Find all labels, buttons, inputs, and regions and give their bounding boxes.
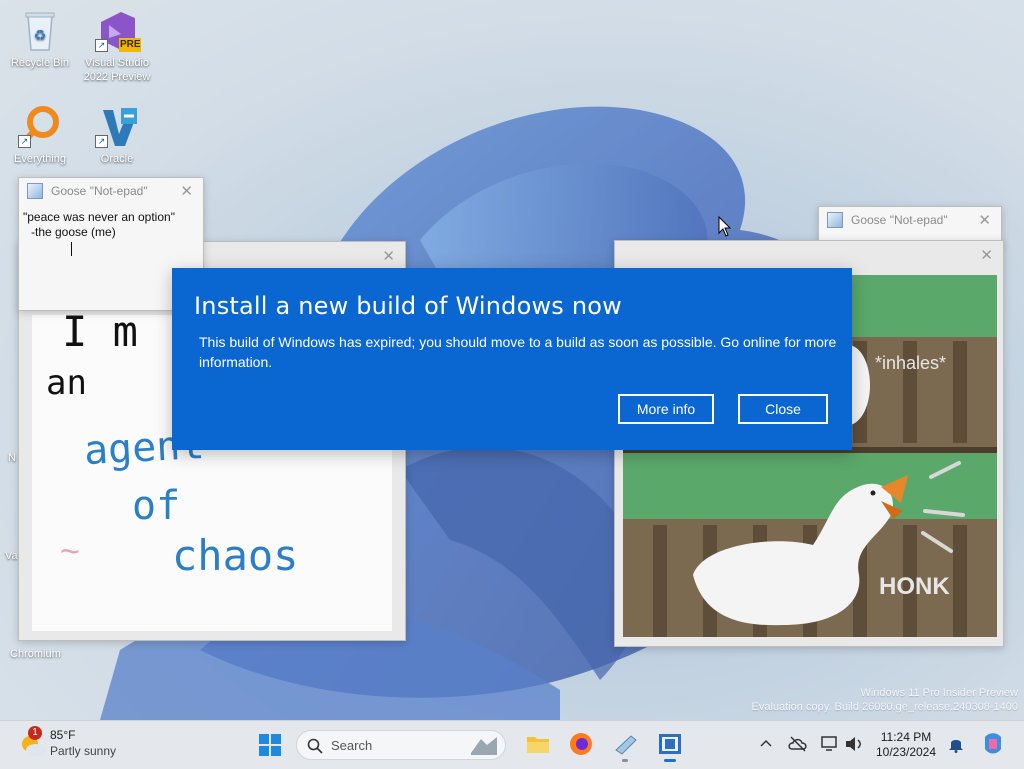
desktop-icon-label-partial: Va xyxy=(5,550,18,562)
notepad-text-area[interactable]: "peace was never an option" -the goose (… xyxy=(23,210,175,256)
notepad-line: -the goose (me) xyxy=(31,225,116,239)
text-caret xyxy=(71,242,72,256)
clock-time: 11:24 PM xyxy=(880,730,932,744)
notepad-titlebar: Goose "Not-epad" ✕ xyxy=(19,178,203,204)
oracle-label: Oracle xyxy=(100,153,134,165)
firefox-icon[interactable] xyxy=(569,732,593,756)
notepad-titlebar: Goose "Not-epad" ✕ xyxy=(819,207,1001,233)
active-indicator xyxy=(664,759,676,762)
chromium-label: Chromium xyxy=(10,648,61,660)
desktop-icon-visual-studio[interactable]: PRE ↗ Visual Studio 2022 Preview xyxy=(78,8,156,84)
close-icon[interactable]: ✕ xyxy=(978,211,991,229)
weather-condition: Partly sunny xyxy=(50,744,117,758)
recycle-bin-label: Recycle Bin xyxy=(10,57,70,69)
oracle-virtualbox-icon: ↗ xyxy=(93,104,141,150)
running-indicator xyxy=(622,759,628,762)
close-icon[interactable]: ✕ xyxy=(382,247,395,265)
shortcut-arrow-icon: ↗ xyxy=(18,135,31,148)
everything-label: Everything xyxy=(14,153,66,165)
close-button[interactable]: Close xyxy=(738,394,828,424)
meme-caption-honk: HONK xyxy=(879,573,950,600)
watermark-line: Windows 11 Pro Insider Preview xyxy=(860,687,1018,699)
more-info-button[interactable]: More info xyxy=(618,394,714,424)
windows-start-icon[interactable] xyxy=(258,733,282,757)
search-highlight-icon xyxy=(471,737,497,755)
clock-date: 10/23/2024 xyxy=(875,745,937,759)
drawn-text: of xyxy=(132,483,181,529)
svg-text:♻: ♻ xyxy=(34,28,47,44)
shortcut-arrow-icon: ↗ xyxy=(95,39,108,52)
file-explorer-icon[interactable] xyxy=(526,733,550,755)
network-icon[interactable] xyxy=(820,735,840,753)
notepad-title: Goose "Not-epad" xyxy=(51,184,148,198)
watermark-line: Evaluation copy. Build 26080.ge_release.… xyxy=(751,701,1018,713)
taskbar xyxy=(0,720,1024,769)
weather-temp: 85°F xyxy=(50,728,76,742)
weather-widget[interactable]: 1 85°F Partly sunny xyxy=(18,726,128,762)
notepad-line: "peace was never an option" xyxy=(23,210,175,224)
clock[interactable]: 11:24 PM 10/23/2024 xyxy=(872,730,940,760)
dialog-message: This build of Windows has expired; you s… xyxy=(199,334,837,370)
onedrive-offline-icon[interactable] xyxy=(788,735,808,753)
search-icon xyxy=(307,738,323,754)
evaluation-watermark: Windows 11 Pro Insider Preview Evaluatio… xyxy=(752,686,1018,714)
visual-studio-icon: PRE ↗ xyxy=(93,8,143,54)
weather-badge: 1 xyxy=(28,726,42,740)
taskbar-search-box[interactable]: Search xyxy=(296,730,506,760)
search-placeholder: Search xyxy=(331,738,373,753)
expired-build-dialog: Install a new build of Windows now This … xyxy=(172,268,852,450)
drawn-text: chaos xyxy=(172,531,299,580)
desktop-icon-label-partial: N xyxy=(8,452,16,464)
close-icon[interactable]: ✕ xyxy=(980,246,993,264)
visual-studio-label: Visual Studio 2022 Preview xyxy=(83,57,151,83)
notepad-app-icon xyxy=(827,212,843,228)
meme-window-titlebar: ✕ xyxy=(615,241,1003,267)
active-window-icon[interactable] xyxy=(657,732,683,756)
pre-badge: PRE xyxy=(120,39,141,50)
chevron-up-icon[interactable] xyxy=(760,738,772,750)
drawn-squiggle: ~ xyxy=(60,533,80,571)
drawn-text: I m xyxy=(62,307,138,356)
dialog-title: Install a new build of Windows now xyxy=(194,292,622,320)
notification-bell-icon[interactable] xyxy=(948,735,964,753)
notepad-title: Goose "Not-epad" xyxy=(851,213,948,227)
meme-caption-inhales: *inhales* xyxy=(875,353,947,373)
notepad-app-icon xyxy=(27,183,43,199)
copilot-preview-icon[interactable] xyxy=(980,731,1006,757)
mouse-cursor-icon xyxy=(718,216,732,237)
desktop-icon-oracle[interactable]: ↗ Oracle xyxy=(78,104,156,166)
shortcut-arrow-icon: ↗ xyxy=(95,135,108,148)
close-icon[interactable]: ✕ xyxy=(180,182,193,200)
recycle-bin-icon: ♻ xyxy=(16,8,64,54)
desktop-icon-recycle-bin[interactable]: ♻ Recycle Bin xyxy=(1,8,79,70)
goose-app-icon[interactable] xyxy=(613,732,639,756)
desktop-icon-everything[interactable]: ↗ Everything xyxy=(1,104,79,166)
drawn-text: an xyxy=(46,363,87,403)
volume-icon[interactable] xyxy=(844,735,864,753)
everything-search-icon: ↗ xyxy=(16,104,64,150)
